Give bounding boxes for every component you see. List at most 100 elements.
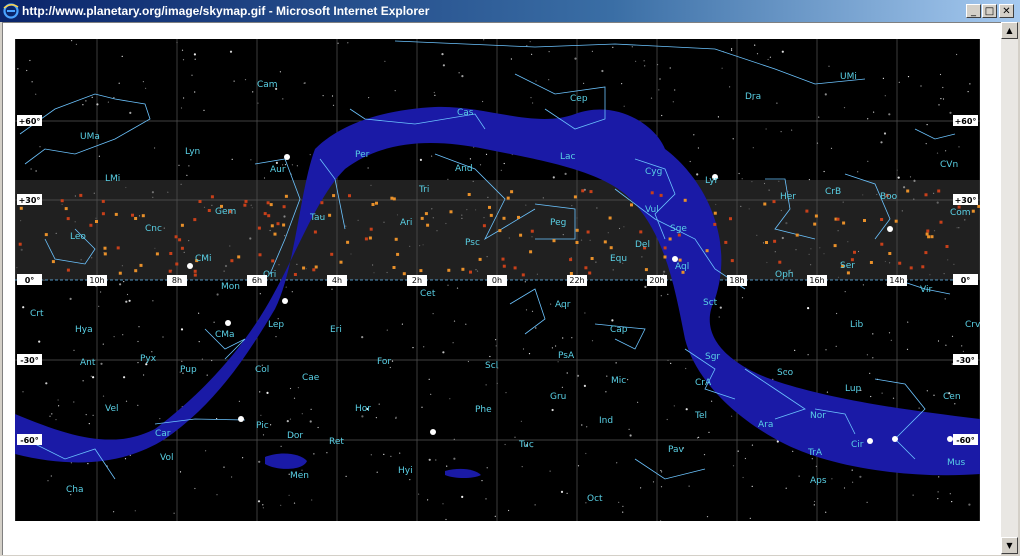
bright-star [887,226,893,232]
constellation-label-crt: Crt [30,309,44,319]
constellation-label-dor: Dor [287,431,303,441]
constellation-label-phe: Phe [475,405,492,415]
constellation-label-cet: Cet [420,289,436,299]
constellation-label-sct: Sct [703,298,718,308]
constellation-figure [914,128,956,140]
window-title: http://www.planetary.org/image/skymap.gi… [22,4,430,18]
constellation-label-mon: Mon [221,282,240,292]
constellation-label-crb: CrB [825,187,841,197]
constellation-label-sgr: Sgr [705,352,720,362]
constellation-label-dra: Dra [745,92,761,102]
constellation-label-lib: Lib [850,320,864,330]
constellation-label-and: And [455,164,473,174]
bright-star [282,298,288,304]
constellation-label-her: Her [780,192,796,202]
constellation-label-vel: Vel [105,404,119,414]
ra-label: 10h [89,276,104,285]
constellation-label-lac: Lac [560,152,576,162]
constellation-label-umi: UMi [840,72,857,82]
constellation-label-cam: Cam [257,80,278,90]
constellation-label-lep: Lep [268,320,284,330]
constellation-label-lyr: Lyr [705,176,719,186]
constellation-label-com: Com [950,208,971,218]
bright-star [867,438,873,444]
constellation-label-lup: Lup [845,384,862,394]
constellation-figure [19,93,151,165]
constellation-figure [634,458,706,480]
constellation-label-car: Car [155,429,171,439]
constellation-label-ari: Ari [400,218,412,228]
bright-star [892,436,898,442]
ra-label: 4h [332,276,342,285]
constellation-label-vul: Vul [645,205,659,215]
constellation-label-vol: Vol [160,453,173,463]
constellation-label-eri: Eri [330,325,342,335]
constellation-label-tuc: Tuc [518,440,534,450]
constellation-label-cvn: CVn [940,160,958,170]
bright-star [947,436,953,442]
constellation-label-pav: Pav [668,445,685,455]
constellation-label-cas: Cas [457,108,474,118]
constellation-label-oct: Oct [587,494,603,504]
constellation-label-cyg: Cyg [645,167,662,177]
scroll-up-button[interactable]: ▲ [1001,22,1018,39]
constellation-label-leo: Leo [70,232,86,242]
constellation-label-cap: Cap [610,325,628,335]
dec-label: +60° [955,117,977,126]
constellation-label-cae: Cae [302,373,320,383]
scroll-down-button[interactable]: ▼ [1001,537,1018,554]
constellation-label-hyi: Hyi [398,466,413,476]
constellation-label-oph: Oph [775,270,794,280]
ra-label: 2h [412,276,422,285]
minimize-button[interactable]: _ [966,4,981,18]
internet-explorer-icon [3,3,19,19]
constellation-label-vir: Vir [920,285,932,295]
constellation-label-ret: Ret [329,437,344,447]
constellation-figure [394,40,866,85]
constellation-label-cen: Cen [943,392,961,402]
dec-label: +60° [19,117,41,126]
dec-label: 0° [25,276,35,285]
dec-label: -30° [956,356,974,365]
maximize-button[interactable]: □ [982,4,997,18]
bright-star [187,263,193,269]
dec-label: -30° [20,356,38,365]
constellation-label-crv: Crv [965,320,980,330]
title-bar[interactable]: http://www.planetary.org/image/skymap.gi… [0,0,1020,22]
constellation-label-sge: Sge [670,224,687,234]
constellation-label-hya: Hya [75,325,93,335]
constellation-label-lyn: Lyn [185,147,200,157]
bright-star [238,416,244,422]
constellation-label-gru: Gru [550,392,566,402]
constellation-label-scl: Scl [485,361,498,371]
constellation-label-lmi: LMi [105,174,120,184]
vertical-scrollbar[interactable]: ▲ ▼ [1001,22,1018,554]
constellation-label-pyx: Pyx [140,354,157,364]
constellation-label-aqr: Aqr [555,300,571,310]
constellation-label-cmi: CMi [195,254,212,264]
constellation-label-per: Per [355,150,370,160]
constellation-label-psa: PsA [558,351,575,361]
constellation-label-ind: Ind [599,416,613,426]
bright-star [284,154,290,160]
dec-label: -60° [20,436,38,445]
ra-label: 14h [889,276,904,285]
constellation-label-equ: Equ [610,254,627,264]
constellation-label-peg: Peg [550,218,566,228]
constellation-label-sco: Sco [777,368,794,378]
ra-label: 18h [729,276,744,285]
constellation-label-cma: CMa [215,330,235,340]
ra-label: 6h [252,276,262,285]
bright-star [430,429,436,435]
constellation-label-boo: Boo [880,192,898,202]
constellation-label-pic: Pic [256,421,269,431]
close-button[interactable]: ✕ [999,4,1014,18]
constellation-label-tau: Tau [309,213,325,223]
ra-label: 22h [569,276,584,285]
ra-label: 8h [172,276,182,285]
sky-map-canvas: Cam UMa Lyn LMi Leo Cnc Gem CMi Aur Per Cas Tri And A… [15,39,980,521]
constellation-label-psc: Psc [465,238,480,248]
constellation-label-pup: Pup [180,365,197,375]
constellation-label-tri: Tri [418,185,429,195]
constellation-label-cnc: Cnc [145,224,162,234]
